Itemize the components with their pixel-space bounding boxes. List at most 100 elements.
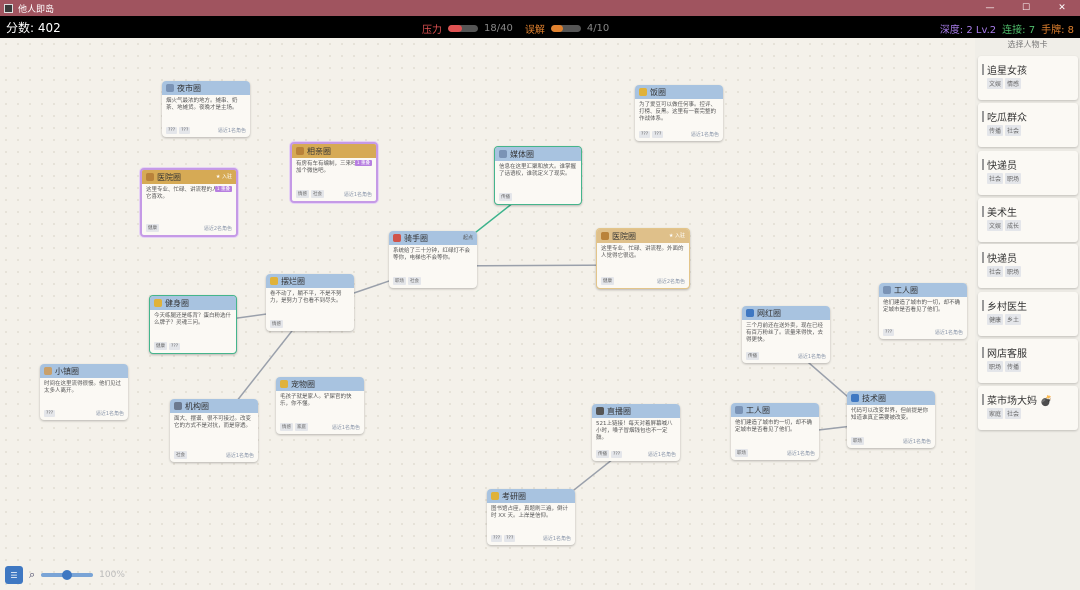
card-summary: 逼近1名角色 (902, 438, 931, 445)
character-card[interactable]: 乡村医生 健康 乡土 (978, 292, 1078, 336)
card-tag: ??? (491, 535, 503, 542)
map-canvas[interactable]: 夜市圈 烟火气最浓的地方。摊串、奶茶、地摊货。夜晚才是主场。 ?????? 逼近1… (0, 38, 975, 590)
card-pets[interactable]: 宠物圈 毛孩子就是家人。铲屎官的快乐，你不懂。 情感 家庭 逼近1名角色 (276, 377, 364, 434)
character-tag: 社会 (987, 266, 1004, 277)
maximize-icon[interactable]: ☐ (1008, 0, 1044, 16)
card-summary: 逼近1名角色 (797, 353, 826, 360)
card-desc: 毛孩子就是家人。铲屎官的快乐，你不懂。 (280, 394, 352, 407)
close-icon[interactable]: ✕ (1044, 0, 1080, 16)
character-name: 菜市场大妈 💣 (987, 396, 1053, 407)
window-titlebar: 他人即岛 — ☐ ✕ (0, 0, 1080, 16)
card-tag: ??? (639, 131, 651, 138)
card-title: 医院圈 (612, 231, 636, 241)
card-title: 媒体圈 (510, 149, 534, 159)
character-tag: 社会 (987, 173, 1004, 184)
character-card[interactable]: 快递员 社会 职场 (978, 151, 1078, 195)
hud-stats: 深度: 2 Lv.2 连接: 7 手牌: 8 (940, 21, 1074, 36)
meters: 压力 18/40 误解 4/10 (422, 21, 609, 36)
market-icon (166, 84, 174, 92)
character-card[interactable]: 追星女孩 文娱 情感 (978, 56, 1078, 100)
card-small-town[interactable]: 小镇圈 时间在这里流得很慢。他们见过太多人离开。 ??? 逼近1名角色 (40, 364, 128, 420)
character-tag: 职场 (1005, 266, 1022, 277)
card-exam[interactable]: 考研圈 图书馆占座，真题刷三遍，倒计时 XX 天。上岸是信仰。 ?????? 逼近… (487, 489, 575, 545)
card-tag: 家庭 (295, 423, 308, 431)
scooter-icon (393, 234, 401, 242)
overlap-badge: 1 重叠 (214, 186, 232, 192)
card-lying-flat[interactable]: 摆烂圈 卷不动了，躺不平，不是不努力，是努力了也看不到尽头。 情感 (266, 274, 354, 331)
character-name: 吃瓜群众 (987, 113, 1027, 124)
depth-text: 深度: 2 Lv.2 (939, 25, 997, 36)
card-tag: 社会 (408, 277, 421, 285)
card-desc: 他们建造了城市的一切，却不确定城市是否看见了他们。 (735, 420, 813, 433)
character-name: 快递员 (987, 161, 1017, 172)
card-desc: 代码可以改变世界，但前提是你知道谁真正需要被改变。 (851, 408, 929, 421)
card-flag: ★ 入驻 (668, 233, 685, 239)
hand-text: 手牌: 8 (1041, 25, 1074, 36)
character-tag: 成长 (1005, 220, 1022, 231)
card-tag: 社会 (174, 451, 187, 459)
character-card[interactable]: 快递员 社会 职场 (978, 244, 1078, 288)
card-title: 工人圈 (894, 285, 918, 295)
card-title: 小镇圈 (55, 366, 79, 376)
score-text: 分数: 402 (6, 21, 61, 35)
card-desc: 信息在这里汇聚和放大。谁掌握了话语权，谁就定义了现实。 (499, 164, 577, 177)
card-desc: 今天练腿还是练背？蛋白粉选什么牌子？灵魂三问。 (154, 313, 232, 326)
card-hospital-2[interactable]: 医院圈 ★ 入驻 这里专业、忙碌、讲流程。外面的人觉得它很远。 健康 逼近2名角色 (596, 228, 690, 289)
window-title: 他人即岛 (18, 4, 55, 15)
card-tag: ??? (611, 450, 623, 458)
zoom-slider[interactable] (41, 570, 94, 580)
card-media[interactable]: 媒体圈 信息在这里汇聚和放大。谁掌握了话语权，谁就定义了现实。 传播 (494, 146, 582, 205)
pressure-fill (448, 25, 462, 32)
card-rider[interactable]: 骑手圈 起点 系统给了三十分钟，红绿灯不会等你，电梯也不会等你。 职场 社会 (389, 231, 477, 288)
card-summary: 逼近1名角色 (331, 424, 360, 431)
character-tag: 情感 (1005, 78, 1022, 89)
card-worker[interactable]: 工人圈 他们建造了城市的一切，却不确定城市是否看见了他们。 ??? 逼近1名角色 (879, 283, 967, 339)
character-name: 乡村医生 (987, 302, 1027, 313)
card-livestream[interactable]: 直播圈 521上链接！每天对着屏幕喊八小时，嗓子冒烟钱包也不一定鼓。 传播???… (592, 404, 680, 461)
character-card[interactable]: 网店客服 职场 传播 (978, 339, 1078, 383)
overlap-badge: 1 重叠 (354, 160, 372, 166)
card-worker-2[interactable]: 工人圈 他们建造了城市的一切，却不确定城市是否看见了他们。 职场 逼近1名角色 (731, 403, 819, 460)
media-icon (499, 150, 507, 158)
card-tag: 职场 (393, 277, 406, 285)
card-hospital-1[interactable]: 医院圈 ★ 入驻 1 重叠 这里专业、忙碌、讲流程的人最让它喜欢。 健康 逼近2名角… (140, 168, 238, 237)
combo-text: 连接: 7 (1002, 25, 1036, 36)
card-tech[interactable]: 技术圈 代码可以改变世界，但前提是你知道谁真正需要被改变。 职场 逼近1名角色 (847, 391, 935, 448)
card-tag: 职场 (735, 449, 748, 457)
app-icon (4, 3, 13, 13)
card-title: 饭圈 (650, 87, 666, 97)
character-tag: 文娱 (987, 78, 1004, 89)
card-desc: 图书馆占座，真题刷三遍，倒计时 XX 天。上岸是信仰。 (491, 506, 569, 519)
card-tag: ??? (504, 535, 516, 542)
card-institution[interactable]: 机构圈 面大、摆谱、很不可接过。改变它的方式不是对抗，而是穿透。 社会 逼近1名角… (170, 399, 258, 462)
card-tag: ??? (169, 342, 181, 350)
card-influencer[interactable]: 网红圈 三个月前还在送外卖，现在已经有百万粉丝了。流量来得快，去得更快。 传播 逼… (742, 306, 830, 363)
menu-icon[interactable]: ☰ (5, 566, 23, 584)
character-tag: 家庭 (987, 408, 1004, 419)
card-desc: 为了爱豆可以做任何事。控评、打榜、反黑。这里有一套完整的作战体系。 (639, 102, 717, 122)
character-card[interactable]: 美术生 文娱 成长 (978, 198, 1078, 242)
star-icon (639, 88, 647, 96)
card-desc: 这里专业、忙碌、讲流程。外面的人觉得它很远。 (601, 246, 684, 259)
card-desc: 三个月前还在送外卖，现在已经有百万粉丝了。流量来得快，去得更快。 (746, 323, 824, 343)
card-tag: 情感 (296, 190, 309, 198)
character-card[interactable]: 菜市场大妈 💣 家庭 社会 (978, 386, 1078, 430)
card-summary: 逼近1名角色 (690, 132, 719, 138)
character-tag: 社会 (1005, 125, 1022, 136)
card-title: 考研圈 (502, 491, 526, 501)
character-name: 美术生 (987, 208, 1017, 219)
magnifier-icon[interactable]: ⌕ (29, 568, 35, 582)
card-food[interactable]: 饭圈 为了爱豆可以做任何事。控评、打榜、反黑。这里有一套完整的作战体系。 ???… (635, 85, 723, 141)
zoom-slider-knob[interactable] (62, 570, 73, 580)
minimize-icon[interactable]: — (972, 0, 1008, 16)
character-name: 追星女孩 (987, 66, 1027, 77)
card-fitness[interactable]: 健身圈 今天练腿还是练背？蛋白粉选什么牌子？灵魂三问。 健康??? (149, 295, 237, 354)
card-summary: 逼近1名角色 (225, 452, 254, 459)
laptop-icon (851, 394, 859, 402)
card-night-market[interactable]: 夜市圈 烟火气最浓的地方。摊串、奶茶、地摊货。夜晚才是主场。 ?????? 逼近1… (162, 81, 250, 137)
character-tag: 传播 (987, 125, 1004, 136)
character-card[interactable]: 吃瓜群众 传播 社会 (978, 103, 1078, 147)
card-desc: 他们建造了城市的一切，却不确定城市是否看见了他们。 (883, 300, 961, 313)
card-blind-date[interactable]: 相亲圈 1 重叠 有房有车有编制，三来吗？先加个微信吧。 情感 社会 逼近1名角色 (290, 142, 378, 203)
card-desc: 烟火气最浓的地方。摊串、奶茶、地摊货。夜晚才是主场。 (166, 98, 238, 111)
